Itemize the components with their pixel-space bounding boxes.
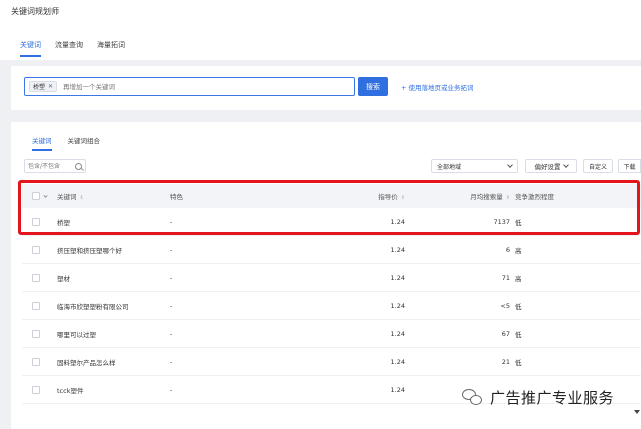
chevron-down-icon — [507, 162, 513, 168]
chevron-down-icon — [562, 162, 569, 168]
watermark: 广告推广专业服务 — [462, 386, 614, 408]
search-button[interactable]: 搜索 — [358, 77, 388, 96]
row-checkbox[interactable] — [32, 357, 40, 366]
row-feature: - — [170, 245, 173, 254]
sort-icon: ⇕ — [79, 195, 84, 201]
search-panel: 桥塑 ✕ 搜索 + 使用落地页或业务拓词 — [11, 66, 641, 110]
table-row: 哪里可以过塑 - 1.24 67 低 — [22, 320, 641, 348]
download-button[interactable]: 下载 — [618, 159, 641, 173]
row-bid: 1.24 — [390, 301, 405, 310]
column-header-keyword[interactable]: 关键词 ⇕ — [57, 191, 84, 201]
row-volume: <5 — [500, 301, 510, 310]
row-feature: - — [170, 273, 173, 282]
top-bar: 关键词规划师 关键词 流量查询 海量拓词 — [0, 0, 641, 60]
row-checkbox[interactable] — [32, 301, 40, 310]
result-sub-tabs: 关键词 关键词组合 — [32, 135, 100, 151]
row-competition: 低 — [515, 218, 522, 227]
row-checkbox[interactable] — [32, 329, 40, 338]
column-header-bid[interactable]: 指导价 ⇕ — [378, 191, 405, 201]
tab-mass-expansion[interactable]: 海量拓词 — [97, 40, 125, 57]
include-exclude-filter[interactable] — [24, 159, 86, 173]
table-row: 挤压塑和挤压塑哪个好 - 1.24 6 高 — [22, 236, 641, 264]
row-feature: - — [170, 301, 173, 310]
row-keyword: 固料塑尔产品怎么样 — [57, 358, 116, 367]
sort-icon: ⇕ — [400, 195, 405, 201]
table-row: 临海市欣塑塑粉有限公司 - 1.24 <5 低 — [22, 292, 641, 320]
row-keyword: 塑材 — [57, 274, 70, 283]
table-row: 固料塑尔产品怎么样 - 1.24 21 低 — [22, 348, 641, 376]
row-competition: 高 — [515, 246, 522, 255]
row-competition: 低 — [515, 302, 522, 311]
row-keyword: 挤压塑和挤压塑哪个好 — [57, 246, 122, 255]
subtab-keyword-combo[interactable]: 关键词组合 — [68, 135, 101, 151]
tab-traffic-query[interactable]: 流量查询 — [55, 40, 83, 57]
row-volume: 6 — [505, 245, 510, 254]
preference-settings-label: 偏好设置 — [534, 163, 561, 171]
landing-page-expand-link[interactable]: + 使用落地页或业务拓词 — [401, 82, 474, 92]
search-icon[interactable] — [75, 162, 82, 170]
row-checkbox[interactable] — [32, 385, 40, 394]
row-bid: 1.24 — [390, 357, 405, 366]
select-all-checkbox[interactable] — [32, 192, 40, 200]
row-competition: 低 — [515, 330, 522, 339]
row-volume: 67 — [501, 329, 510, 338]
row-feature: - — [170, 357, 173, 366]
chevron-down-icon[interactable] — [43, 193, 48, 198]
subtab-keywords[interactable]: 关键词 — [32, 135, 52, 151]
sort-icon: ⇕ — [505, 195, 510, 201]
row-bid: 1.24 — [390, 385, 405, 394]
row-keyword: 哪里可以过塑 — [57, 330, 96, 339]
table-header: 关键词 ⇕ 特色 指导价 ⇕ 月均搜索量 ⇕ 竞争激烈程度 — [22, 184, 641, 208]
tab-keywords[interactable]: 关键词 — [20, 40, 41, 57]
wechat-icon — [462, 386, 484, 408]
row-volume: 21 — [501, 357, 510, 366]
row-keyword: 临海市欣塑塑粉有限公司 — [57, 302, 129, 311]
filter-input[interactable] — [28, 162, 72, 170]
row-checkbox[interactable] — [32, 217, 40, 226]
row-bid: 1.24 — [390, 217, 405, 226]
scroll-down-arrow-icon[interactable] — [634, 410, 640, 414]
row-keyword: tcck塑件 — [57, 386, 84, 395]
keyword-input[interactable] — [63, 80, 284, 93]
row-competition: 低 — [515, 358, 522, 367]
row-bid: 1.24 — [390, 245, 405, 254]
column-header-feature: 特色 — [170, 193, 183, 201]
row-checkbox[interactable] — [32, 245, 40, 254]
keyword-table: 关键词 ⇕ 特色 指导价 ⇕ 月均搜索量 ⇕ 竞争激烈程度 桥塑 - 1.24 713… — [22, 184, 641, 404]
results-panel: 关键词 关键词组合 全部地域 偏好设置 自定义 下载 关键词⇕ 特色 指导价⇕ … — [11, 122, 641, 429]
watermark-text: 广告推广专业服务 — [490, 388, 615, 407]
row-volume: 7137 — [493, 217, 510, 226]
row-feature: - — [170, 385, 173, 394]
app-title: 关键词规划师 — [11, 7, 59, 16]
table-row: 桥塑 - 1.24 7137 低 — [22, 208, 641, 236]
keyword-chip: 桥塑 ✕ — [29, 81, 58, 92]
preference-settings-button[interactable]: 偏好设置 — [525, 159, 577, 173]
keyword-search-box[interactable]: 桥塑 ✕ — [24, 77, 355, 96]
chip-close-icon[interactable]: ✕ — [48, 83, 53, 90]
region-select[interactable]: 全部地域 — [431, 159, 518, 173]
table-row: 塑材 - 1.24 71 高 — [22, 264, 641, 292]
row-volume: 71 — [501, 273, 510, 282]
row-feature: - — [170, 217, 173, 226]
row-bid: 1.24 — [390, 273, 405, 282]
row-competition: 高 — [515, 274, 522, 283]
main-tabs: 关键词 流量查询 海量拓词 — [20, 40, 125, 57]
column-header-competition: 竞争激烈程度 — [515, 193, 554, 201]
row-feature: - — [170, 329, 173, 338]
row-bid: 1.24 — [390, 329, 405, 338]
region-select-value: 全部地域 — [437, 163, 462, 171]
row-checkbox[interactable] — [32, 273, 40, 282]
column-header-volume[interactable]: 月均搜索量 ⇕ — [470, 191, 510, 201]
customize-button[interactable]: 自定义 — [583, 159, 613, 173]
keyword-chip-label: 桥塑 — [33, 84, 46, 91]
row-keyword: 桥塑 — [57, 218, 70, 227]
